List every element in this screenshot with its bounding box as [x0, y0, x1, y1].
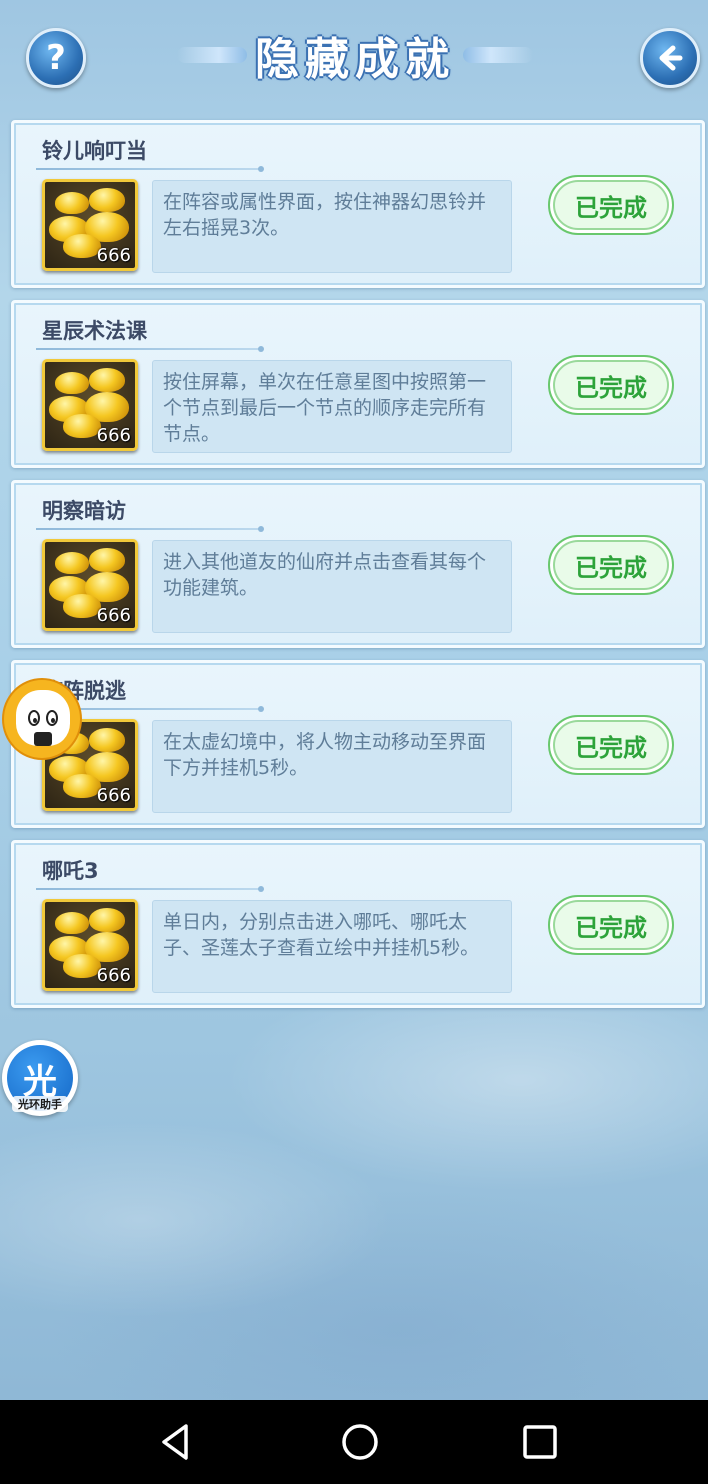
completed-button[interactable]: 已完成	[548, 895, 674, 955]
reward-count: 666	[96, 965, 131, 986]
mascot-eye	[28, 710, 40, 726]
achievement-card: 临阵脱逃 666 在太虚幻境中，将人物主动移动至界面下方并挂机5秒。 已完成	[11, 660, 705, 828]
reward-count: 666	[96, 605, 131, 626]
achievement-card: 哪吒3 666 单日内，分别点击进入哪吒、哪吒太子、圣莲太子查看立绘中并挂机5秒…	[11, 840, 705, 1008]
title-underline	[36, 886, 264, 892]
mascot-nori	[34, 732, 52, 746]
achievement-title: 星辰术法课	[42, 319, 147, 343]
triangle-back-icon[interactable]	[154, 1418, 202, 1466]
mascot-eye	[46, 710, 58, 726]
gold-ingot-reward-icon[interactable]: 666	[42, 359, 138, 451]
title-left-ornament	[177, 47, 247, 63]
achievement-card: 星辰术法课 666 按住屏幕，单次在任意星图中按照第一个节点到最后一个节点的顺序…	[11, 300, 705, 468]
title-right-ornament	[463, 47, 533, 63]
question-mark-icon: ?	[46, 38, 66, 78]
onigiri-mascot-icon[interactable]	[2, 678, 82, 760]
gold-ingot-reward-icon[interactable]: 666	[42, 179, 138, 271]
halo-helper-label: 光环助手	[12, 1096, 68, 1112]
page-title: 隐藏成就	[255, 34, 455, 85]
achievement-description: 单日内，分别点击进入哪吒、哪吒太子、圣莲太子查看立绘中并挂机5秒。	[152, 900, 512, 993]
back-arrow-icon	[659, 45, 683, 71]
header: ? 隐藏成就	[0, 0, 708, 118]
gold-ingot-reward-icon[interactable]: 666	[42, 539, 138, 631]
achievement-title: 铃儿响叮当	[42, 139, 147, 163]
completed-button[interactable]: 已完成	[548, 535, 674, 595]
achievement-description: 在太虚幻境中，将人物主动移动至界面下方并挂机5秒。	[152, 720, 512, 813]
system-navigation-bar	[0, 1400, 708, 1484]
reward-count: 666	[96, 245, 131, 266]
help-button[interactable]: ?	[26, 28, 86, 88]
completed-button[interactable]: 已完成	[548, 355, 674, 415]
title-underline	[36, 346, 264, 352]
mascot-face	[16, 690, 70, 746]
achievement-title: 明察暗访	[42, 499, 126, 523]
achievement-card: 明察暗访 666 进入其他道友的仙府并点击查看其每个功能建筑。 已完成	[11, 480, 705, 648]
title-underline	[36, 526, 264, 532]
halo-helper-badge[interactable]: 光 光环助手	[2, 1040, 78, 1116]
gold-ingot-reward-icon[interactable]: 666	[42, 899, 138, 991]
achievement-card: 铃儿响叮当 666 在阵容或属性界面，按住神器幻思铃并左右摇晃3次。 已完成	[11, 120, 705, 288]
achievement-description: 进入其他道友的仙府并点击查看其每个功能建筑。	[152, 540, 512, 633]
completed-button[interactable]: 已完成	[548, 175, 674, 235]
achievement-description: 在阵容或属性界面，按住神器幻思铃并左右摇晃3次。	[152, 180, 512, 273]
achievement-title: 哪吒3	[42, 859, 99, 883]
back-button[interactable]	[640, 28, 700, 88]
completed-button[interactable]: 已完成	[548, 715, 674, 775]
square-recents-icon[interactable]	[516, 1418, 564, 1466]
title-underline	[36, 166, 264, 172]
reward-count: 666	[96, 785, 131, 806]
reward-count: 666	[96, 425, 131, 446]
circle-home-icon[interactable]	[336, 1418, 384, 1466]
achievement-description: 按住屏幕，单次在任意星图中按照第一个节点到最后一个节点的顺序走完所有节点。	[152, 360, 512, 453]
title-banner: 隐藏成就	[150, 20, 560, 90]
